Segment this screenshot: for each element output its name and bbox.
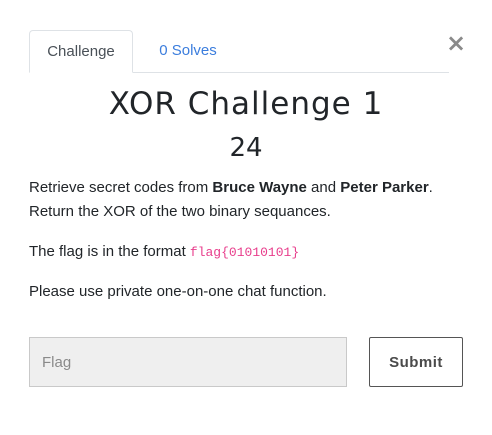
close-icon[interactable]: × [446, 31, 466, 55]
flag-input[interactable] [29, 337, 347, 387]
tab-challenge[interactable]: Challenge [29, 30, 133, 73]
flag-format-line: The flag is in the format flag{01010101} [29, 240, 469, 265]
challenge-points: 24 [229, 133, 263, 163]
submit-button[interactable]: Submit [369, 337, 463, 387]
description-text: Retrieve secret codes from [29, 179, 213, 196]
flag-format-code: flag{01010101} [189, 245, 300, 260]
tab-solves[interactable]: 0 Solves [133, 30, 243, 71]
tab-bar: Challenge 0 Solves [29, 30, 449, 73]
challenge-description: Retrieve secret codes from Bruce Wayne a… [29, 176, 469, 224]
description-text: and [306, 179, 341, 196]
flag-format-label: The flag is in the format [29, 243, 190, 260]
chat-note: Please use private one-on-one chat funct… [29, 283, 327, 300]
challenge-title: XOR Challenge 1 [108, 86, 384, 122]
challenge-modal: × Challenge 0 Solves XOR Challenge 1 24 … [0, 0, 492, 435]
name-bruce-wayne: Bruce Wayne [212, 179, 307, 196]
name-peter-parker: Peter Parker [340, 179, 429, 196]
